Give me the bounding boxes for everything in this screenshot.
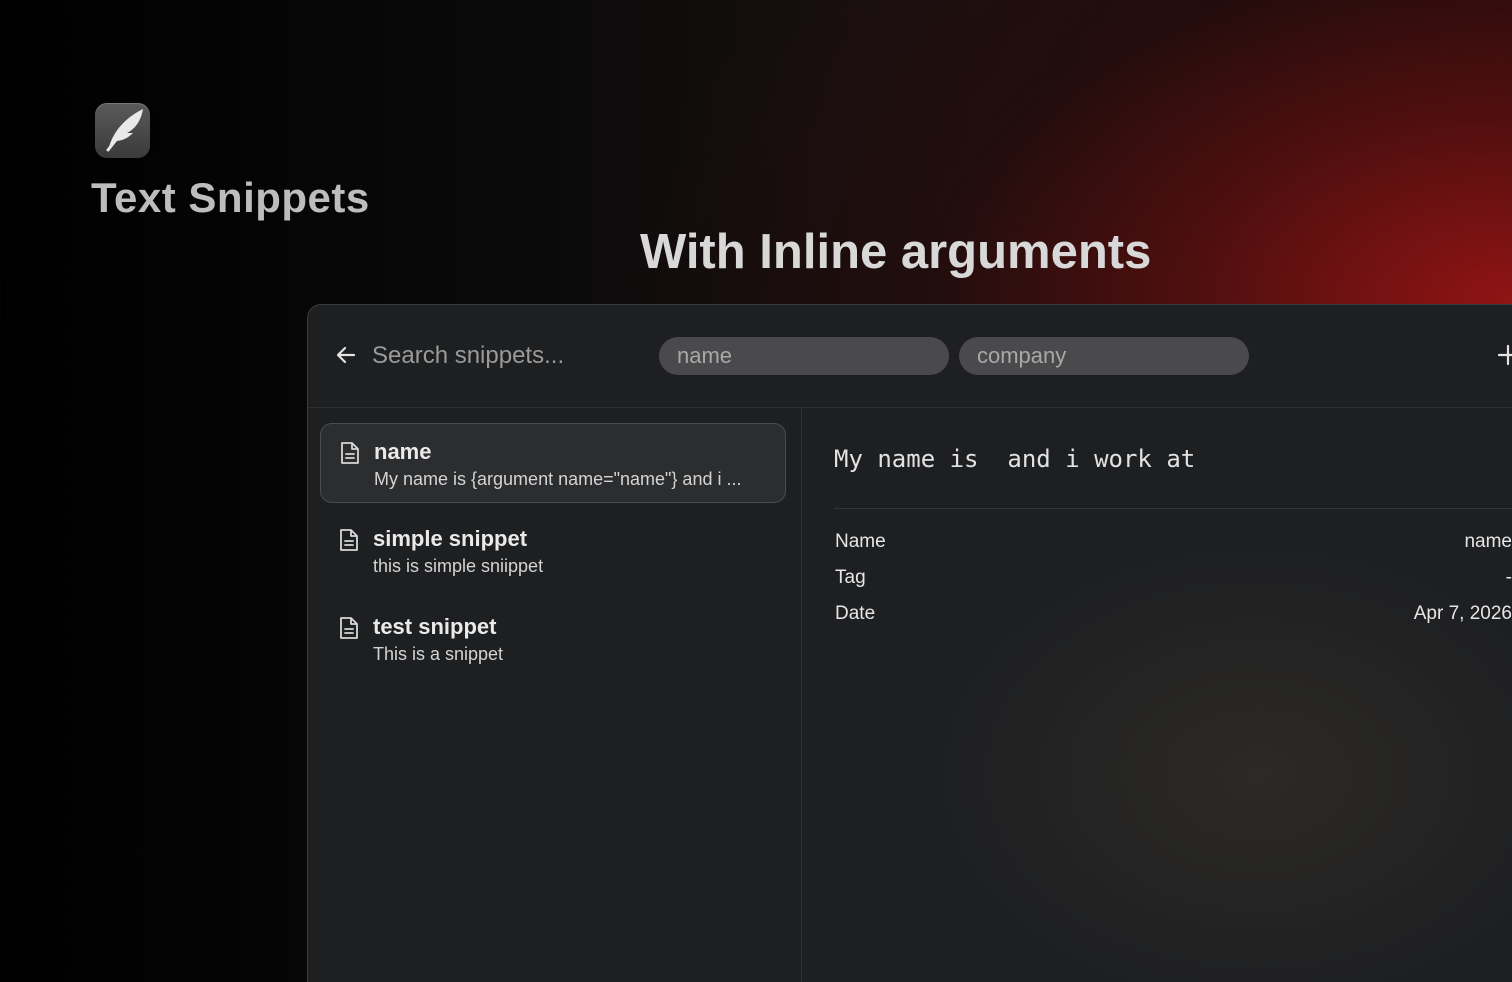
- metadata-label: Date: [835, 603, 876, 624]
- snippet-preview: My name is and i work at: [834, 445, 1196, 473]
- list-item-subtitle: My name is {argument name="name"} and i …: [374, 469, 742, 489]
- document-icon: [341, 442, 359, 464]
- document-icon: [340, 617, 358, 639]
- snippets-window: name My name is {argument name="name"} a…: [307, 304, 1512, 982]
- argument-company-field[interactable]: [959, 337, 1249, 375]
- metadata-row-tag: Tag -: [835, 567, 1512, 591]
- list-item-name[interactable]: name My name is {argument name="name"} a…: [320, 423, 786, 503]
- plus-icon[interactable]: [1496, 343, 1512, 367]
- snippet-list: name My name is {argument name="name"} a…: [308, 408, 802, 982]
- metadata-label: Name: [835, 531, 886, 552]
- app-logo-icon: [95, 103, 150, 158]
- metadata-value: -: [1505, 567, 1512, 588]
- list-item-test-snippet[interactable]: test snippet This is a snippet: [320, 599, 786, 679]
- metadata-value: Apr 7, 2026: [1413, 603, 1512, 624]
- metadata-label: Tag: [835, 567, 866, 588]
- list-item-title: simple snippet: [373, 526, 528, 551]
- list-item-title: name: [374, 439, 432, 464]
- document-icon: [340, 529, 358, 551]
- headline: With Inline arguments: [640, 225, 1152, 279]
- argument-name-field[interactable]: [659, 337, 949, 375]
- search-bar: [308, 305, 1512, 408]
- arrow-left-icon[interactable]: [334, 343, 358, 367]
- detail-pane: My name is and i work at Name name Tag -…: [802, 408, 1512, 982]
- metadata-row-name: Name name: [835, 531, 1512, 555]
- list-item-subtitle: This is a snippet: [373, 644, 504, 664]
- list-item-simple-snippet[interactable]: simple snippet this is simple sniippet: [320, 511, 786, 591]
- detail-divider: [834, 508, 1512, 509]
- search-input[interactable]: [372, 338, 642, 374]
- metadata-value: name: [1464, 531, 1512, 552]
- metadata-row-date: Date Apr 7, 2026: [835, 603, 1512, 627]
- feather-icon: [106, 109, 143, 152]
- list-item-title: test snippet: [373, 614, 497, 639]
- app-title: Text Snippets: [91, 174, 370, 221]
- list-item-subtitle: this is simple sniippet: [373, 556, 544, 576]
